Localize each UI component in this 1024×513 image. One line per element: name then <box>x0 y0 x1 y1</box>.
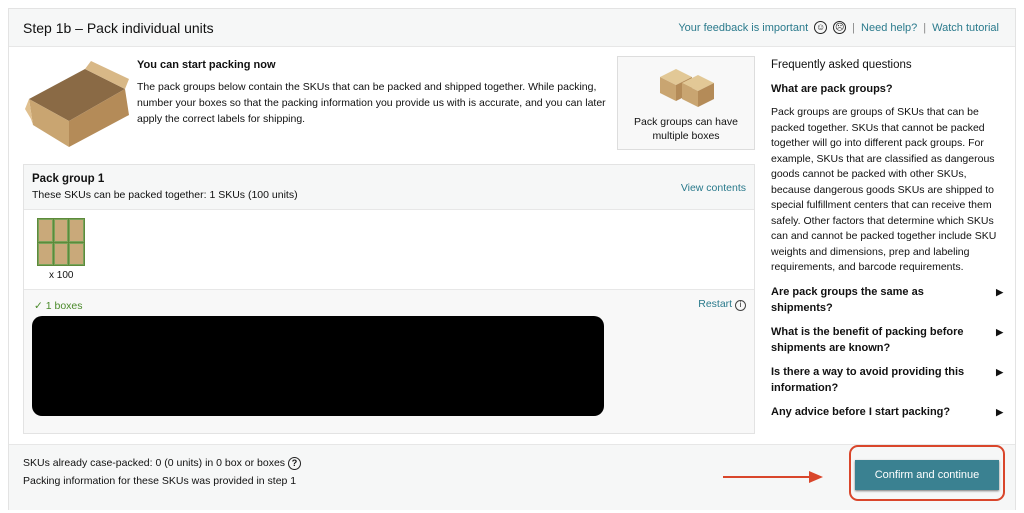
faq-heading: Frequently asked questions <box>771 59 912 71</box>
stacked-boxes-icon <box>660 69 714 107</box>
help-icon[interactable]: ? <box>287 457 301 470</box>
info-icon[interactable]: i <box>735 300 746 311</box>
pack-group-subtitle: These SKUs can be packed together: 1 SKU… <box>32 189 298 201</box>
faq-question-label: Is there a way to avoid providing this i… <box>771 365 965 394</box>
intro-heading: You can start packing now <box>137 59 276 71</box>
faq-question[interactable]: Are pack groups the same as shipments? ▶ <box>771 284 1003 316</box>
caret-right-icon: ▶ <box>996 366 1003 377</box>
page-title: Step 1b – Pack individual units <box>23 20 214 36</box>
pack-group-header: Pack group 1 These SKUs can be packed to… <box>24 165 754 210</box>
feedback-link[interactable]: Your feedback is important <box>678 22 808 34</box>
arrow-right-annotation <box>723 471 823 483</box>
sku-quantity: x 100 <box>49 270 74 281</box>
boxes-section: ✓ 1 boxes Restart i <box>24 290 754 433</box>
faq-section: Frequently asked questions What are pack… <box>771 59 1003 428</box>
pack-groups-tip: Pack groups can have multiple boxes <box>617 56 755 150</box>
pack-group-title: Pack group 1 <box>32 173 105 185</box>
separator: | <box>852 21 856 34</box>
case-packed-info: SKUs already case-packed: 0 (0 units) in… <box>23 457 301 470</box>
faq-question[interactable]: What is the benefit of packing before sh… <box>771 324 1003 356</box>
provided-info: Packing information for these SKUs was p… <box>23 475 297 487</box>
faq-question-label: Are pack groups the same as shipments? <box>771 285 924 314</box>
page-header: Step 1b – Pack individual units Your fee… <box>9 9 1015 47</box>
caret-right-icon: ▶ <box>996 326 1003 337</box>
sku-row: x 100 <box>24 210 754 290</box>
open-box-illustration <box>25 61 129 147</box>
need-help-link[interactable]: Need help? <box>861 22 917 34</box>
footer: SKUs already case-packed: 0 (0 units) in… <box>9 444 1015 510</box>
case-packed-text: SKUs already case-packed: 0 (0 units) in… <box>23 457 286 469</box>
faq-question-label: What is the benefit of packing before sh… <box>771 325 964 354</box>
faq-question-open[interactable]: What are pack groups? <box>771 81 1003 97</box>
intro-body: The pack groups below contain the SKUs t… <box>137 81 606 125</box>
header-links: Your feedback is important ☺ ☹ | Need he… <box>678 21 999 34</box>
caret-right-icon: ▶ <box>996 406 1003 417</box>
checkmark-icon: ✓ <box>34 300 43 312</box>
faq-question[interactable]: Any advice before I start packing? ▶ <box>771 404 1003 420</box>
happy-face-icon[interactable]: ☺ <box>814 21 828 34</box>
restart-label: Restart <box>698 298 733 310</box>
pack-units-panel: Step 1b – Pack individual units Your fee… <box>8 8 1016 510</box>
faq-question[interactable]: Is there a way to avoid providing this i… <box>771 364 1003 396</box>
caret-right-icon: ▶ <box>996 286 1003 297</box>
redacted-area <box>32 316 604 416</box>
intro-section: You can start packing now The pack group… <box>137 59 607 127</box>
restart-link[interactable]: Restart i <box>698 298 746 311</box>
watch-tutorial-link[interactable]: Watch tutorial <box>932 22 999 34</box>
faq-question-label: Any advice before I start packing? <box>771 405 951 418</box>
view-contents-link[interactable]: View contents <box>681 182 746 194</box>
boxes-status: ✓ 1 boxes <box>34 300 83 312</box>
tip-text: Pack groups can have multiple boxes <box>634 116 738 142</box>
faq-answer: Pack groups are groups of SKUs that can … <box>771 106 997 273</box>
sad-face-icon[interactable]: ☹ <box>833 21 847 34</box>
pack-group-card: Pack group 1 These SKUs can be packed to… <box>23 164 755 434</box>
separator: | <box>923 21 927 34</box>
confirm-continue-button[interactable]: Confirm and continue <box>855 460 999 490</box>
boxes-count: 1 boxes <box>45 300 83 312</box>
product-thumbnail <box>37 218 85 266</box>
